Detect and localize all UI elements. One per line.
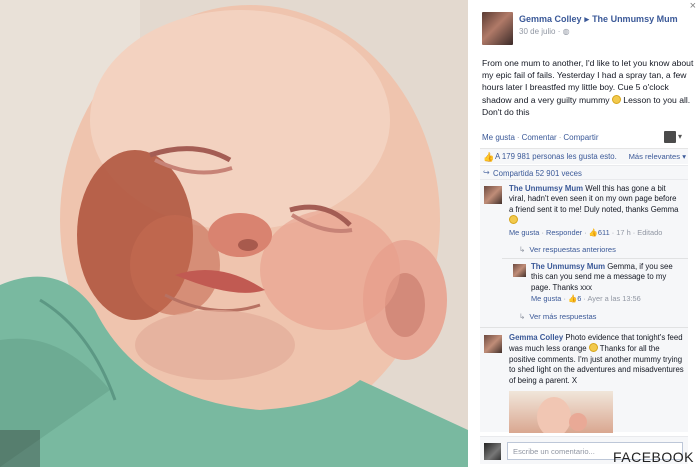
view-more-replies-link[interactable]: ↳ Ver más respuestas	[519, 312, 596, 321]
reply-like-count[interactable]: 6	[577, 294, 581, 303]
smiley-emoticon-icon	[611, 94, 621, 104]
commenter-name-link[interactable]: Gemma Colley	[509, 333, 563, 342]
viewer-avatar	[484, 443, 501, 460]
shares-count-link[interactable]: Compartida 52 901 veces	[493, 169, 582, 178]
author-line: Gemma Colley ▸ The Unmumsy Mum	[519, 14, 678, 25]
thumbs-up-icon: 👍	[588, 228, 598, 237]
post-header: Gemma Colley ▸ The Unmumsy Mum 30 de julio…	[482, 12, 690, 48]
comment-like-button[interactable]: Me gusta	[509, 228, 539, 237]
close-icon[interactable]: ×	[690, 0, 696, 12]
like-button[interactable]: Me gusta	[482, 133, 515, 142]
comment-time[interactable]: 17 h	[616, 228, 630, 237]
date-link[interactable]: 30 de julio	[519, 27, 555, 36]
author-name-link[interactable]: Gemma Colley	[519, 14, 582, 24]
commenter-avatar[interactable]	[484, 186, 502, 204]
post-body: From one mum to another, I'd like to let…	[482, 57, 694, 118]
audience-selector-icon[interactable]	[664, 131, 676, 143]
reply-body: The Unmumsy Mum Gemma, if you see this c…	[531, 262, 686, 293]
commenter-avatar[interactable]	[484, 335, 502, 353]
comments-section: The Unmumsy Mum Well this has gone a bit…	[480, 179, 688, 433]
smiley-emoticon-icon	[588, 343, 598, 353]
commenter-name-link[interactable]: The Unmumsy Mum	[509, 184, 583, 193]
comment-like-count[interactable]: 611	[598, 228, 610, 237]
reply-author-link[interactable]: The Unmumsy Mum	[531, 262, 605, 271]
thumbs-up-icon: 👍	[567, 294, 578, 303]
comment-body: The Unmumsy Mum Well this has gone a bit…	[509, 184, 681, 227]
baby-photo-illustration	[0, 0, 468, 467]
divider	[480, 327, 688, 328]
reply-meta: Me gusta · 👍6 · Ayer a las 13:56	[531, 294, 641, 303]
comment-reply-button[interactable]: Responder	[546, 228, 582, 237]
chevron-down-icon: ▾	[682, 152, 686, 161]
comment-button[interactable]: Comentar	[522, 133, 557, 142]
globe-icon: ◍	[562, 27, 570, 36]
share-button[interactable]: Compartir	[563, 133, 598, 142]
target-page-link[interactable]: The Unmumsy Mum	[592, 14, 678, 24]
edited-label[interactable]: Editado	[637, 228, 662, 237]
likes-count-link[interactable]: A 179 981 personas les gusta esto.	[495, 152, 617, 161]
comment-meta: Me gusta · Responder · 👍611 · 17 h · Edi…	[509, 228, 663, 237]
share-arrow-icon: ↪	[483, 168, 490, 177]
divider	[502, 258, 688, 259]
smiley-emoticon-icon	[509, 215, 518, 225]
chevron-down-icon[interactable]: ▾	[678, 132, 682, 141]
reply-like-button[interactable]: Me gusta	[531, 294, 561, 303]
shares-summary: ↪ Compartida 52 901 veces	[480, 165, 688, 179]
comment-body: Gemma Colley Photo evidence that tonight…	[509, 333, 684, 386]
source-watermark: FACEBOOK	[612, 449, 694, 465]
reply-arrow-icon: ↳	[519, 245, 526, 254]
reply-avatar[interactable]	[513, 264, 526, 277]
view-previous-replies-link[interactable]: ↳ Ver respuestas anteriores	[519, 245, 616, 254]
post-actions: Me gusta · Comentar · Compartir	[482, 133, 599, 142]
post-date: 30 de julio · ◍	[519, 27, 570, 36]
reply-time[interactable]: Ayer a las 13:56	[587, 294, 640, 303]
reply-arrow-icon: ↳	[519, 312, 526, 321]
comment-photo-attachment[interactable]	[509, 391, 613, 433]
post-photo[interactable]	[0, 0, 468, 467]
arrow-right-icon: ▸	[584, 14, 590, 24]
likes-summary: 👍 A 179 981 personas les gusta esto. Más…	[480, 148, 688, 164]
sort-dropdown[interactable]: Más relevantes ▾	[629, 152, 686, 161]
thumbs-up-icon: 👍	[483, 152, 495, 162]
author-avatar[interactable]	[482, 12, 513, 45]
